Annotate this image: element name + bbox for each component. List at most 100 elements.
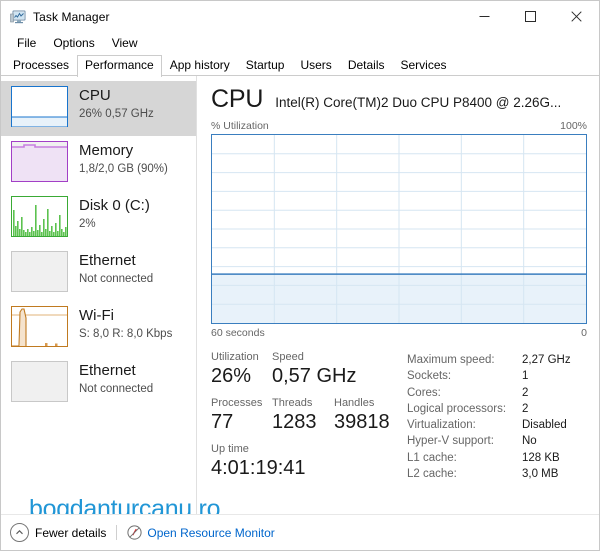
menu-item-view[interactable]: View [104, 34, 146, 52]
sidebar-item-ethernet-1[interactable]: Ethernet Not connected [1, 246, 196, 301]
sidebar-item-label: CPU [79, 87, 111, 104]
ethernet-thumbnail-graph [11, 251, 68, 292]
sidebar-item-label: Disk 0 (C:) [79, 197, 150, 214]
disk-thumbnail-graph [11, 196, 68, 237]
tab-details[interactable]: Details [340, 55, 393, 76]
sidebar-item-ethernet-2[interactable]: Ethernet Not connected [1, 356, 196, 411]
info-row-l2-cache: L2 cache: 3,0 MB [407, 466, 587, 482]
stat-label: Up time [211, 443, 249, 455]
tab-services[interactable]: Services [393, 55, 455, 76]
stat-label: Handles [334, 397, 375, 409]
panel-header: CPU Intel(R) Core(TM)2 Duo CPU P8400 @ 2… [211, 84, 587, 114]
resource-sidebar: CPU 26% 0,57 GHz Memory 1,8/2,0 GB (90%) [1, 76, 197, 516]
stat-value: 77 [211, 411, 234, 433]
stats-area: Utilization 26% Speed 0,57 GHz Processes… [211, 350, 587, 488]
info-key: Sockets: [407, 370, 452, 383]
sidebar-item-label: Memory [79, 142, 134, 159]
stat-threads: Threads 1283 [272, 396, 334, 435]
tab-processes[interactable]: Processes [5, 55, 77, 76]
info-value: Disabled [522, 419, 567, 432]
stat-row-utilization-speed: Utilization 26% Speed 0,57 GHz [211, 350, 407, 389]
menu-item-file[interactable]: File [9, 34, 44, 52]
window-controls [461, 1, 599, 32]
info-value: 128 KB [522, 451, 560, 464]
sidebar-item-wifi[interactable]: Wi-Fi S: 8,0 R: 8,0 Kbps [1, 301, 196, 356]
stat-row-uptime: Up time 4:01:19:41 [211, 442, 407, 481]
stat-utilization: Utilization 26% [211, 350, 272, 389]
info-key: Maximum speed: [407, 354, 495, 366]
stat-speed: Speed 0,57 GHz [272, 350, 356, 389]
info-row-hyperv-support: Hyper-V support: No [407, 433, 587, 449]
info-row-maximum-speed: Maximum speed: 2,27 GHz [407, 352, 587, 368]
graph-x-right-label: 0 [581, 327, 587, 339]
stat-value: 0,57 GHz [272, 365, 357, 387]
info-row-virtualization: Virtualization: Disabled [407, 417, 587, 433]
chevron-up-icon[interactable] [10, 523, 29, 542]
task-manager-window: Task Manager File Options View Processes… [0, 0, 600, 551]
sidebar-item-detail: 2% [79, 218, 96, 230]
sidebar-item-memory[interactable]: Memory 1,8/2,0 GB (90%) [1, 136, 196, 191]
title-bar: Task Manager [1, 1, 599, 32]
close-button[interactable] [553, 1, 599, 32]
info-key: Hyper-V support: [407, 435, 494, 448]
info-value: No [522, 435, 537, 448]
info-key: L2 cache: [407, 468, 457, 481]
stat-label: Utilization [211, 351, 259, 363]
info-row-logical-processors: Logical processors: 2 [407, 401, 587, 417]
tab-app-history[interactable]: App history [162, 55, 238, 76]
info-row-l1-cache: L1 cache: 128 KB [407, 450, 587, 466]
window-title: Task Manager [33, 9, 110, 24]
sidebar-item-detail: 26% 0,57 GHz [79, 108, 154, 120]
ethernet-thumbnail-graph [11, 361, 68, 402]
cpu-detail-panel: CPU Intel(R) Core(TM)2 Duo CPU P8400 @ 2… [197, 76, 599, 516]
graph-axis-bottom: 60 seconds 0 [211, 327, 587, 339]
sidebar-item-label: Ethernet [79, 252, 136, 269]
graph-axis-top: % Utilization 100% [211, 120, 587, 132]
info-key: Cores: [407, 386, 441, 399]
stat-value: 39818 [334, 411, 390, 433]
stat-label: Speed [272, 351, 304, 363]
info-row-cores: Cores: 2 [407, 385, 587, 401]
cpu-utilization-graph [211, 134, 587, 324]
stat-handles: Handles 39818 [334, 396, 396, 435]
stat-label: Threads [272, 397, 313, 409]
menu-bar: File Options View [1, 32, 599, 54]
sidebar-item-detail: S: 8,0 R: 8,0 Kbps [79, 328, 173, 340]
tab-strip: Processes Performance App history Startu… [1, 54, 599, 77]
sidebar-item-label: Ethernet [79, 362, 136, 379]
stat-value: 26% [211, 365, 252, 387]
footer-bar: Fewer details Open Resource Monitor [1, 514, 599, 550]
tab-performance[interactable]: Performance [77, 55, 162, 77]
cpu-info-list: Maximum speed: 2,27 GHz Sockets: 1 Cores… [407, 350, 587, 488]
graph-x-left-label: 60 seconds [211, 327, 265, 339]
sidebar-item-label: Wi-Fi [79, 307, 114, 324]
fewer-details-button[interactable]: Fewer details [35, 526, 106, 540]
stat-value: 1283 [272, 411, 317, 433]
stat-uptime: Up time 4:01:19:41 [211, 442, 306, 481]
minimize-button[interactable] [461, 1, 507, 32]
memory-thumbnail-graph [11, 141, 68, 182]
info-key: Virtualization: [407, 419, 476, 432]
cpu-thumbnail-graph [11, 86, 68, 127]
stats-left-column: Utilization 26% Speed 0,57 GHz Processes… [211, 350, 407, 488]
menu-item-options[interactable]: Options [45, 34, 102, 52]
stat-row-processes-threads-handles: Processes 77 Threads 1283 Handles 39818 [211, 396, 407, 435]
resource-monitor-icon[interactable] [127, 525, 142, 540]
tab-users[interactable]: Users [292, 55, 339, 76]
tab-startup[interactable]: Startup [238, 55, 293, 76]
maximize-button[interactable] [507, 1, 553, 32]
sidebar-item-cpu[interactable]: CPU 26% 0,57 GHz [1, 81, 196, 136]
info-row-sockets: Sockets: 1 [407, 368, 587, 384]
info-value: 2,27 GHz [522, 354, 571, 366]
info-key: L1 cache: [407, 451, 457, 464]
footer-divider [116, 525, 118, 540]
info-value: 3,0 MB [522, 468, 559, 481]
sidebar-item-disk[interactable]: Disk 0 (C:) 2% [1, 191, 196, 246]
sidebar-item-detail: Not connected [79, 383, 154, 395]
cpu-model-name: Intel(R) Core(TM)2 Duo CPU P8400 @ 2.26G… [275, 95, 562, 110]
open-resource-monitor-link[interactable]: Open Resource Monitor [147, 526, 274, 540]
sidebar-item-detail: Not connected [79, 273, 154, 285]
stat-label: Processes [211, 397, 263, 409]
info-value: 2 [522, 386, 529, 399]
page-title: CPU [211, 85, 264, 113]
